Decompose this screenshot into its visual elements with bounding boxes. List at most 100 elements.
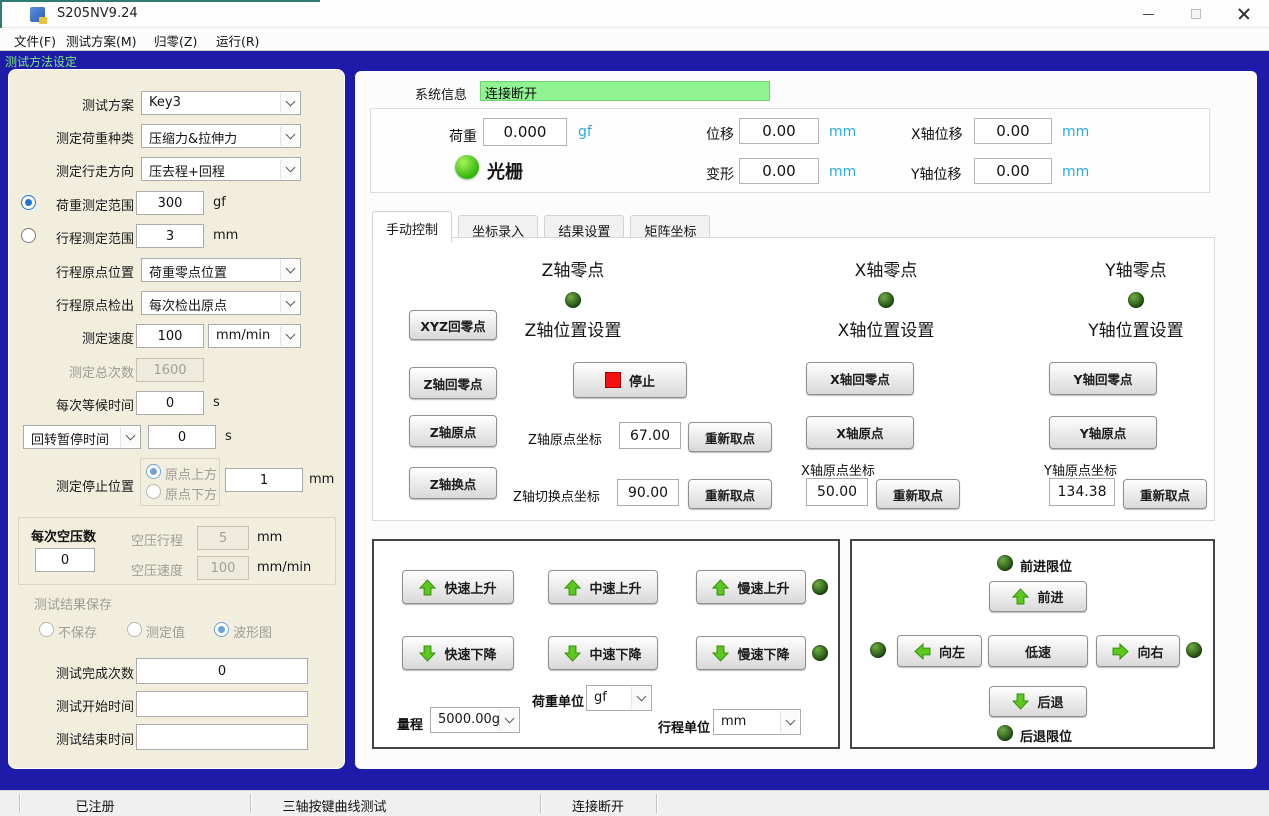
- menu-file[interactable]: 文件(F): [8, 30, 62, 48]
- end-time-input[interactable]: [136, 724, 308, 750]
- minimize-button[interactable]: [1125, 0, 1171, 28]
- load-unit-label: 荷重单位: [532, 691, 584, 710]
- y-origin-repick-button[interactable]: 重新取点: [1123, 479, 1207, 509]
- air-count-input[interactable]: [35, 548, 95, 572]
- menu-run[interactable]: 运行(R): [210, 30, 265, 48]
- origin-detect-label: 行程原点检出: [9, 295, 134, 314]
- pause-time-input[interactable]: [148, 425, 216, 449]
- chevron-down-icon[interactable]: [780, 711, 799, 733]
- speed-input[interactable]: [136, 324, 204, 348]
- start-time-input[interactable]: [136, 691, 308, 717]
- chevron-down-icon[interactable]: [280, 159, 299, 179]
- speed-unit-select-value: mm/min: [216, 328, 270, 343]
- xyz-home-button[interactable]: XYZ回零点: [409, 310, 497, 340]
- x-home-button[interactable]: X轴回零点: [806, 362, 914, 395]
- save-wave-label: 波形图: [233, 622, 272, 641]
- air-speed-label: 空压速度: [131, 560, 183, 579]
- z-origin-coord-input[interactable]: [619, 422, 681, 449]
- z-origin-button[interactable]: Z轴原点: [409, 415, 497, 447]
- save-value-radio[interactable]: [127, 622, 142, 637]
- save-wave-radio[interactable]: [214, 622, 229, 637]
- y-home-button[interactable]: Y轴回零点: [1049, 362, 1157, 395]
- chevron-down-icon[interactable]: [280, 93, 299, 113]
- fast-down-button[interactable]: 快速下降: [402, 636, 514, 670]
- minimize-icon: [1143, 14, 1154, 15]
- z-origin-repick-button[interactable]: 重新取点: [688, 422, 772, 452]
- up-arrow-icon: [712, 579, 729, 596]
- slow-speed-button[interactable]: 低速: [988, 635, 1088, 667]
- chevron-down-icon[interactable]: [280, 126, 299, 146]
- mid-up-button[interactable]: 中速上升: [548, 570, 658, 604]
- done-count-input[interactable]: [136, 658, 308, 684]
- pause-time-select[interactable]: 回转暂停时间: [23, 425, 141, 449]
- forward-limit-led: [997, 555, 1013, 571]
- pause-time-unit: s: [225, 429, 232, 444]
- stop-pos-below-label: 原点下方: [165, 484, 217, 503]
- origin-detect-select[interactable]: 每次检出原点: [141, 291, 301, 315]
- wait-time-unit: s: [213, 395, 220, 410]
- stop-pos-input[interactable]: [225, 468, 303, 492]
- slow-up-button[interactable]: 慢速上升: [696, 570, 806, 604]
- chevron-down-icon[interactable]: [631, 687, 650, 709]
- menu-bar: 文件(F) 测试方案(M) 归零(Z) 运行(R): [0, 28, 1269, 50]
- window-title: S205NV9.24: [57, 6, 138, 21]
- system-info-field: 连接断开: [480, 81, 770, 101]
- forward-button[interactable]: 前进: [989, 581, 1087, 612]
- x-disp-readout: [974, 118, 1052, 144]
- z-home-button[interactable]: Z轴回零点: [409, 367, 497, 399]
- menu-zero[interactable]: 归零(Z): [148, 30, 203, 48]
- save-none-radio[interactable]: [39, 622, 54, 637]
- chevron-down-icon[interactable]: [280, 260, 299, 280]
- slow-down-button[interactable]: 慢速下降: [696, 636, 806, 670]
- direction-label: 测定行走方向: [9, 161, 134, 180]
- range-select[interactable]: 5000.00g: [430, 707, 520, 733]
- right-button[interactable]: 向右: [1096, 635, 1180, 667]
- origin-pos-select[interactable]: 荷重零点位置: [141, 258, 301, 282]
- done-count-label: 测试完成次数: [9, 663, 134, 682]
- stop-button[interactable]: 停止: [573, 362, 687, 398]
- chevron-down-icon[interactable]: [280, 293, 299, 313]
- left-button[interactable]: 向左: [897, 635, 982, 667]
- chevron-down-icon[interactable]: [120, 427, 139, 447]
- chevron-down-icon[interactable]: [499, 709, 518, 731]
- z-switch-repick-button[interactable]: 重新取点: [688, 479, 772, 509]
- back-button[interactable]: 后退: [989, 686, 1087, 717]
- tab-manual-control[interactable]: 手动控制: [372, 211, 452, 242]
- grating-label: 光栅: [487, 158, 523, 184]
- mid-down-button[interactable]: 中速下降: [548, 636, 658, 670]
- stop-pos-below-radio[interactable]: [146, 484, 161, 499]
- load-unit-select[interactable]: gf: [586, 685, 652, 711]
- load-readout-label: 荷重: [449, 126, 477, 146]
- stop-pos-label: 测定停止位置: [9, 476, 134, 495]
- speed-unit-select[interactable]: mm/min: [208, 324, 301, 348]
- wait-time-input[interactable]: [136, 391, 204, 415]
- y-origin-coord-input[interactable]: [1049, 478, 1115, 506]
- y-origin-button[interactable]: Y轴原点: [1049, 416, 1157, 449]
- total-count-label: 测定总次数: [9, 362, 134, 381]
- range-label: 量程: [397, 714, 423, 733]
- maximize-button[interactable]: [1173, 0, 1219, 28]
- air-stroke-label: 空压行程: [131, 530, 183, 549]
- up-arrow-icon: [419, 579, 436, 596]
- deform-readout-label: 变形: [706, 164, 734, 184]
- load-range-input[interactable]: [136, 191, 204, 215]
- stroke-range-input[interactable]: [136, 224, 204, 248]
- close-button[interactable]: [1221, 0, 1267, 28]
- x-origin-button[interactable]: X轴原点: [806, 416, 914, 449]
- readout-group: 荷重 gf 光栅 位移 mm 变形 mm X轴位移 mm Y轴位移 mm: [370, 108, 1210, 193]
- fast-up-button[interactable]: 快速上升: [402, 570, 514, 604]
- x-origin-repick-button[interactable]: 重新取点: [876, 479, 960, 509]
- x-origin-coord-input[interactable]: [806, 478, 868, 506]
- stop-pos-above-radio[interactable]: [146, 464, 161, 479]
- direction-select[interactable]: 压去程+回程: [141, 157, 301, 181]
- load-type-select[interactable]: 压缩力&拉伸力: [141, 124, 301, 148]
- z-switch-coord-input[interactable]: [617, 479, 679, 506]
- stroke-unit-select[interactable]: mm: [713, 709, 801, 735]
- z-switch-button[interactable]: Z轴换点: [409, 467, 497, 499]
- chevron-down-icon[interactable]: [280, 326, 299, 346]
- plan-select[interactable]: Key3: [141, 91, 301, 115]
- status-bar: 已注册 三轴按键曲线测试 连接断开: [0, 790, 1269, 816]
- status-test-name: 三轴按键曲线测试: [252, 796, 417, 815]
- x-disp-readout-unit: mm: [1062, 124, 1089, 140]
- menu-plan[interactable]: 测试方案(M): [60, 30, 143, 48]
